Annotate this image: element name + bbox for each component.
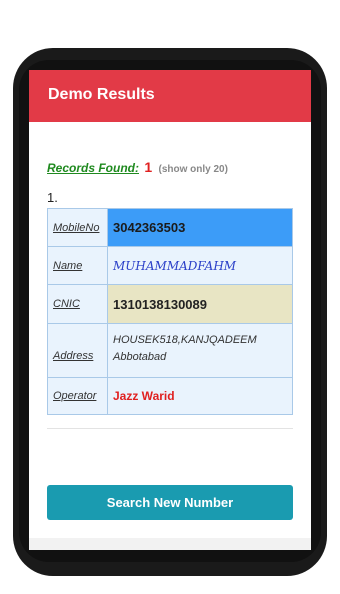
records-summary: Records Found: 1 (show only 20) xyxy=(47,159,228,175)
table-row: Operator Jazz Warid xyxy=(47,377,293,415)
name-label: Name xyxy=(47,246,108,285)
mobile-value: 3042363503 xyxy=(107,208,293,247)
table-row: MobileNo 3042363503 xyxy=(47,208,293,247)
name-value: MUHAMMADFAHM xyxy=(107,246,293,285)
records-found-label: Records Found: xyxy=(47,161,139,175)
address-label: Address xyxy=(47,323,108,378)
page-title: Demo Results xyxy=(48,86,155,103)
table-row: Name MUHAMMADFAHM xyxy=(47,246,293,285)
mobile-label: MobileNo xyxy=(47,208,108,247)
bottom-strip xyxy=(29,538,311,550)
table-row: Address HOUSEK518,KANJQADEEM Abbotabad xyxy=(47,323,293,378)
table-row: CNIC 1310138130089 xyxy=(47,284,293,324)
search-new-number-button[interactable]: Search New Number xyxy=(47,485,293,520)
app-screen: Demo Results Records Found: 1 (show only… xyxy=(29,70,311,550)
records-count: 1 xyxy=(144,159,153,175)
operator-label: Operator xyxy=(47,377,108,415)
result-index: 1. xyxy=(47,190,58,205)
cnic-label: CNIC xyxy=(47,284,108,324)
address-value: HOUSEK518,KANJQADEEM Abbotabad xyxy=(107,323,293,378)
operator-value: Jazz Warid xyxy=(107,377,293,415)
app-bar: Demo Results xyxy=(29,70,311,122)
result-table: MobileNo 3042363503 Name MUHAMMADFAHM CN… xyxy=(47,208,293,415)
divider xyxy=(47,428,293,429)
records-limit-note: (show only 20) xyxy=(158,164,228,175)
cnic-value: 1310138130089 xyxy=(107,284,293,324)
